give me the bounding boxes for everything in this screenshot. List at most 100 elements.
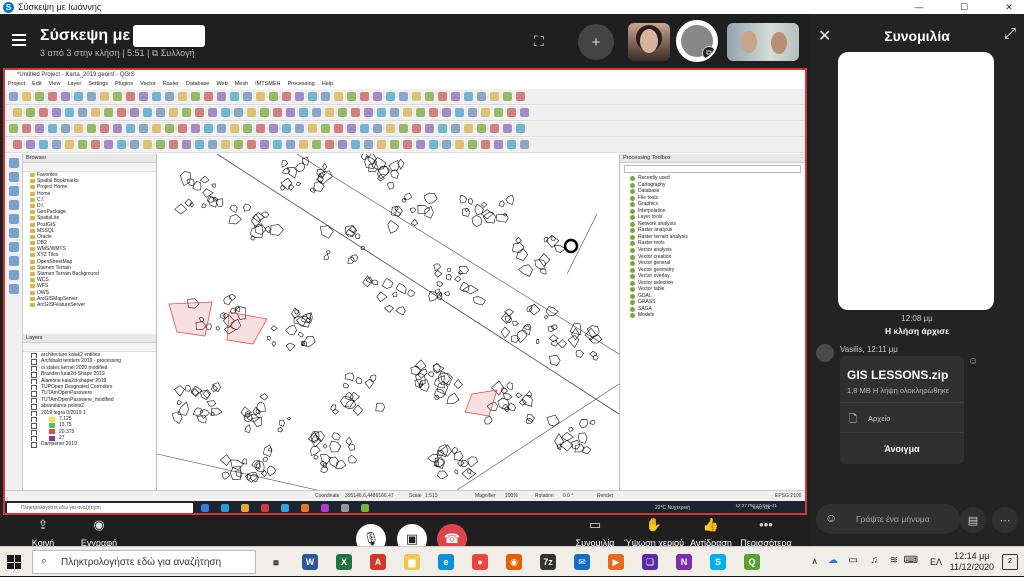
toolbar-icon[interactable]	[182, 140, 191, 149]
toolbar-icon[interactable]	[9, 124, 18, 133]
emoji-icon[interactable]: ☺	[825, 511, 837, 525]
toolbar-icon[interactable]	[273, 140, 282, 149]
toolbar-icon[interactable]	[464, 92, 473, 101]
volume-icon[interactable]: ♫	[871, 555, 879, 566]
toolbar-icon[interactable]	[22, 124, 31, 133]
toolbar-icon[interactable]	[438, 124, 447, 133]
toolbar-icon[interactable]	[87, 124, 96, 133]
toolbar-icon[interactable]	[39, 140, 48, 149]
toolbar-icon[interactable]	[416, 140, 425, 149]
toolbar-icon[interactable]	[39, 108, 48, 117]
toolbar-icon[interactable]	[321, 124, 330, 133]
toolbox-item[interactable]: Models	[620, 312, 805, 319]
toolbar-icon[interactable]	[91, 140, 100, 149]
meeting-subtitle[interactable]: 3 από 3 στην κλήση | 5:51 | ⧉ Συλλογή	[40, 48, 195, 59]
toolbar-icon[interactable]	[78, 108, 87, 117]
toolbar-icon[interactable]	[490, 92, 499, 101]
keyboard-icon[interactable]: ⌨	[904, 555, 918, 566]
toolbar-icon[interactable]	[126, 92, 135, 101]
toolbar-icon[interactable]	[61, 124, 70, 133]
windows-start-icon[interactable]	[7, 555, 21, 569]
maximize-icon[interactable]: ☐	[949, 0, 979, 14]
toolbar-icon[interactable]	[399, 92, 408, 101]
browser-item[interactable]: ArcGISFeatureServer	[23, 302, 156, 308]
toolbar-icon[interactable]	[269, 124, 278, 133]
toolbar-icon[interactable]	[260, 108, 269, 117]
toolbar-icon[interactable]	[195, 108, 204, 117]
close-icon[interactable]: ✕	[994, 0, 1024, 14]
qgis-menu-item[interactable]: Processing	[288, 80, 315, 89]
edge-icon[interactable]: e	[438, 554, 454, 570]
toolbar-icon[interactable]	[468, 140, 477, 149]
minimize-icon[interactable]: —	[904, 0, 934, 14]
toolbar-icon[interactable]	[178, 92, 187, 101]
toolbar-icon[interactable]	[65, 140, 74, 149]
toolbar-icon[interactable]	[412, 92, 421, 101]
toolbar-icon[interactable]	[143, 108, 152, 117]
toolbar-icon[interactable]	[191, 92, 200, 101]
toolbar-icon[interactable]	[247, 140, 256, 149]
mail-icon[interactable]: ✉	[574, 554, 590, 570]
toolbar-icon[interactable]	[208, 140, 217, 149]
toolbar-icon[interactable]	[165, 92, 174, 101]
qgis-menu-item[interactable]: Plugins	[115, 80, 133, 89]
toolbar-icon[interactable]	[455, 140, 464, 149]
toolbar-icon[interactable]	[425, 92, 434, 101]
participant-video-3[interactable]	[727, 23, 799, 61]
toolbar-icon[interactable]	[65, 108, 74, 117]
toolbar-icon[interactable]	[338, 140, 347, 149]
toolbar-icon[interactable]	[347, 92, 356, 101]
toolbar-icon[interactable]	[26, 140, 35, 149]
toolbar-icon[interactable]	[286, 140, 295, 149]
toolbar-icon[interactable]	[208, 108, 217, 117]
toolbar-icon[interactable]	[386, 92, 395, 101]
network-icon[interactable]: ▭	[849, 555, 858, 566]
toolbar-icon[interactable]	[221, 140, 230, 149]
toolbar-icon[interactable]	[139, 92, 148, 101]
toolbar-icon[interactable]	[217, 124, 226, 133]
expand-icon[interactable]: ⤢	[1004, 25, 1016, 42]
toolbar-icon[interactable]	[104, 108, 113, 117]
qgis-menu-item[interactable]: View	[49, 80, 61, 89]
toolbar-icon[interactable]	[234, 108, 243, 117]
toolbar-icon[interactable]	[464, 124, 473, 133]
toolbar-icon[interactable]	[364, 108, 373, 117]
task-view-icon[interactable]: ⧈	[268, 554, 284, 570]
toolbar-icon[interactable]	[286, 108, 295, 117]
qgis-menu-item[interactable]: Layer	[67, 80, 81, 89]
toolbar-icon[interactable]	[117, 140, 126, 149]
toolbar-icon[interactable]	[247, 108, 256, 117]
qgis-menu-item[interactable]: Edit	[32, 80, 41, 89]
toolbar-icon[interactable]	[204, 92, 213, 101]
toolbar-icon[interactable]	[256, 92, 265, 101]
toolbar-icon[interactable]	[507, 108, 516, 117]
toolbar-icon[interactable]	[403, 140, 412, 149]
qgis-menu-item[interactable]: Project	[8, 80, 25, 89]
toolbar-icon[interactable]	[360, 124, 369, 133]
toolbar-icon[interactable]	[156, 140, 165, 149]
excel-icon[interactable]: X	[336, 554, 352, 570]
qgis-menu-item[interactable]: Web	[216, 80, 227, 89]
toolbar-icon[interactable]	[403, 108, 412, 117]
taskbar-search[interactable]: ⌕ Πληκτρολογήστε εδώ για αναζήτηση	[32, 550, 256, 574]
toolbar-icon[interactable]	[442, 140, 451, 149]
emoji-reaction-icon[interactable]: ☺	[968, 356, 978, 367]
toolbar-icon[interactable]	[494, 140, 503, 149]
media-player-icon[interactable]: ▶	[608, 554, 624, 570]
toolbar-icon[interactable]	[442, 108, 451, 117]
qgis-menu-item[interactable]: IMTSMEH	[255, 80, 280, 89]
chevron-up-icon[interactable]: ∧	[811, 556, 818, 567]
toolbar-icon[interactable]	[351, 108, 360, 117]
toolbar-icon[interactable]	[451, 124, 460, 133]
toolbar-icon[interactable]	[503, 124, 512, 133]
toolbar-icon[interactable]	[477, 124, 486, 133]
toolbar-icon[interactable]	[299, 108, 308, 117]
toolbar-icon[interactable]	[364, 140, 373, 149]
toolbar-icon[interactable]	[139, 124, 148, 133]
qgis-menu-item[interactable]: Database	[186, 80, 210, 89]
toolbar-icon[interactable]	[22, 92, 31, 101]
toolbar-icon[interactable]	[256, 124, 265, 133]
toolbar-icon[interactable]	[243, 92, 252, 101]
toolbar-icon[interactable]	[13, 140, 22, 149]
toolbar-icon[interactable]	[26, 108, 35, 117]
